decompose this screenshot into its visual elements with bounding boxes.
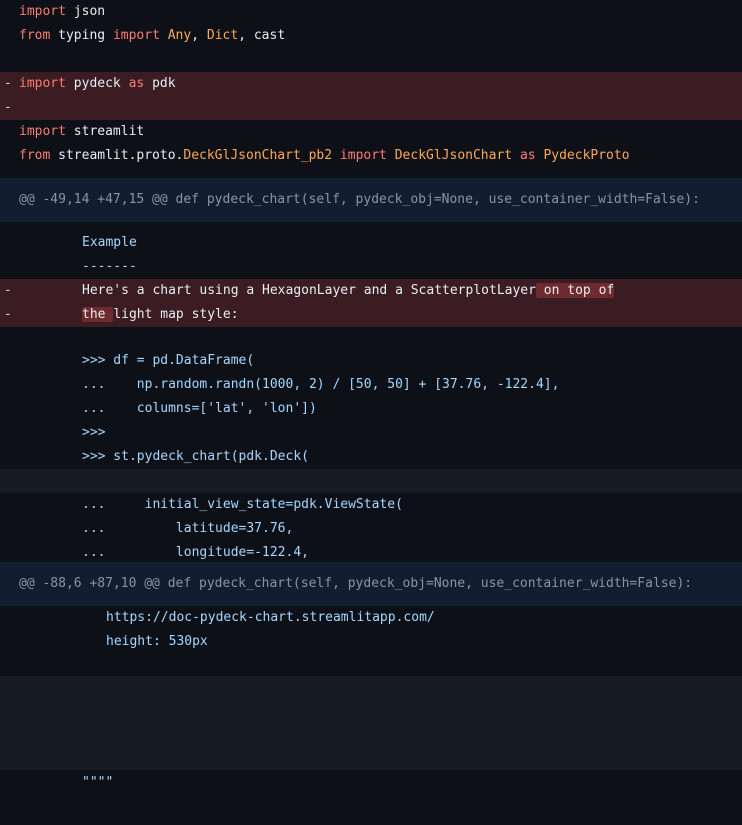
diff-line-deleted: - import pydeck as pdk <box>0 72 742 96</box>
deletion-marker: - <box>4 283 12 298</box>
code-token: typing <box>50 28 113 43</box>
docstring-text: https://doc-pydeck-chart.streamlitapp.co… <box>106 610 435 625</box>
docstring-text: ... np.random.randn(1000, 2) / [50, 50] … <box>82 377 560 392</box>
diff-line: """" <box>0 770 742 796</box>
blank-line <box>0 222 742 231</box>
code-token: , cast <box>238 28 286 43</box>
diff-line: import json <box>0 0 742 24</box>
hunk-header[interactable]: @@ -49,14 +47,15 @@ def pydeck_chart(sel… <box>0 178 742 222</box>
code-text: from typing import Any, Dict, cast <box>19 24 285 48</box>
keyword: import <box>19 124 66 139</box>
type-name: DeckGlJsonChart_pb2 <box>183 148 333 163</box>
docstring-text: ------- <box>82 259 137 274</box>
diff-line-deleted: - Here's a chart using a HexagonLayer an… <box>0 279 742 303</box>
collapsed-lines-gap[interactable] <box>0 469 742 493</box>
code-token: , <box>191 28 207 43</box>
changed-word: on top of <box>535 283 615 298</box>
diff-line: Example <box>0 231 742 255</box>
diff-line: ... longitude=-122.4, <box>0 541 742 562</box>
hunk-header-text: @@ -49,14 +47,15 @@ def pydeck_chart(sel… <box>19 192 700 207</box>
code-text: import pydeck as pdk <box>19 72 176 96</box>
type-name: PydeckProto <box>543 148 630 163</box>
diff-line: ... np.random.randn(1000, 2) / [50, 50] … <box>0 373 742 397</box>
code-token: streamlit <box>65 124 145 139</box>
code-token: light map style: <box>113 307 239 322</box>
diff-line: ... initial_view_state=pdk.ViewState( <box>0 493 742 517</box>
keyword: import <box>339 148 387 163</box>
diff-line: ... latitude=37.76, <box>0 517 742 541</box>
changed-word: the <box>82 307 114 322</box>
blank-line <box>0 48 742 72</box>
type-name: DeckGlJsonChart <box>394 148 513 163</box>
code-token: Here's a chart using a HexagonLayer and … <box>82 283 536 298</box>
keyword: import <box>112 28 160 43</box>
code-text: from streamlit.proto.DeckGlJsonChart_pb2… <box>19 144 630 168</box>
type-name: Any <box>167 28 192 43</box>
diff-line: https://doc-pydeck-chart.streamlitapp.co… <box>0 606 742 630</box>
docstring-text: height: 530px <box>106 634 208 649</box>
keyword: from <box>19 148 51 163</box>
docstring-text: >>> df = pd.DataFrame( <box>82 353 255 368</box>
diff-line: ... columns=['lat', 'lon']) <box>0 397 742 421</box>
keyword: as <box>519 148 536 163</box>
blank-line <box>0 654 742 676</box>
code-token: pdk <box>144 76 176 91</box>
docstring-text: >>> <box>82 425 106 440</box>
collapsed-lines-gap[interactable] <box>0 676 742 770</box>
docstring-text: ... initial_view_state=pdk.ViewState( <box>82 497 403 512</box>
diff-view: import json from typing import Any, Dict… <box>0 0 742 825</box>
blank-line <box>0 327 742 349</box>
diff-line-deleted: - the light map style: <box>0 303 742 327</box>
docstring-text: >>> st.pydeck_chart(pdk.Deck( <box>82 449 309 464</box>
code-token: json <box>65 4 106 19</box>
docstring-text: """" <box>82 775 114 790</box>
diff-line: >>> st.pydeck_chart(pdk.Deck( <box>0 445 742 469</box>
diff-line: from streamlit.proto.DeckGlJsonChart_pb2… <box>0 144 742 168</box>
type-name: Dict <box>206 28 239 43</box>
blank-line <box>0 168 742 178</box>
docstring-text: ... columns=['lat', 'lon']) <box>82 401 317 416</box>
hunk-header-text: @@ -88,6 +87,10 @@ def pydeck_chart(self… <box>19 576 693 591</box>
diff-line: >>> df = pd.DataFrame( <box>0 349 742 373</box>
diff-line: >>> <box>0 421 742 445</box>
diff-line: ------- <box>0 255 742 279</box>
docstring-text: the light map style: <box>82 303 239 327</box>
diff-line: from typing import Any, Dict, cast <box>0 24 742 48</box>
deletion-marker: - <box>4 100 12 115</box>
docstring-text: Here's a chart using a HexagonLayer and … <box>82 279 615 303</box>
docstring-text: ... longitude=-122.4, <box>82 545 309 560</box>
code-text: import json <box>19 0 105 24</box>
code-text: import streamlit <box>19 120 144 144</box>
keyword: import <box>19 4 66 19</box>
docstring-text: ... latitude=37.76, <box>82 521 294 536</box>
code-token: streamlit.proto. <box>50 148 184 163</box>
deletion-marker: - <box>4 76 12 91</box>
keyword: from <box>19 28 51 43</box>
hunk-header[interactable]: @@ -88,6 +87,10 @@ def pydeck_chart(self… <box>0 562 742 606</box>
diff-line: height: 530px <box>0 630 742 654</box>
code-token: pydeck <box>65 76 129 91</box>
keyword: as <box>128 76 145 91</box>
diff-line-deleted: - <box>0 96 742 120</box>
deletion-marker: - <box>4 307 12 322</box>
keyword: import <box>19 76 66 91</box>
diff-line: import streamlit <box>0 120 742 144</box>
docstring-text: Example <box>82 235 137 250</box>
